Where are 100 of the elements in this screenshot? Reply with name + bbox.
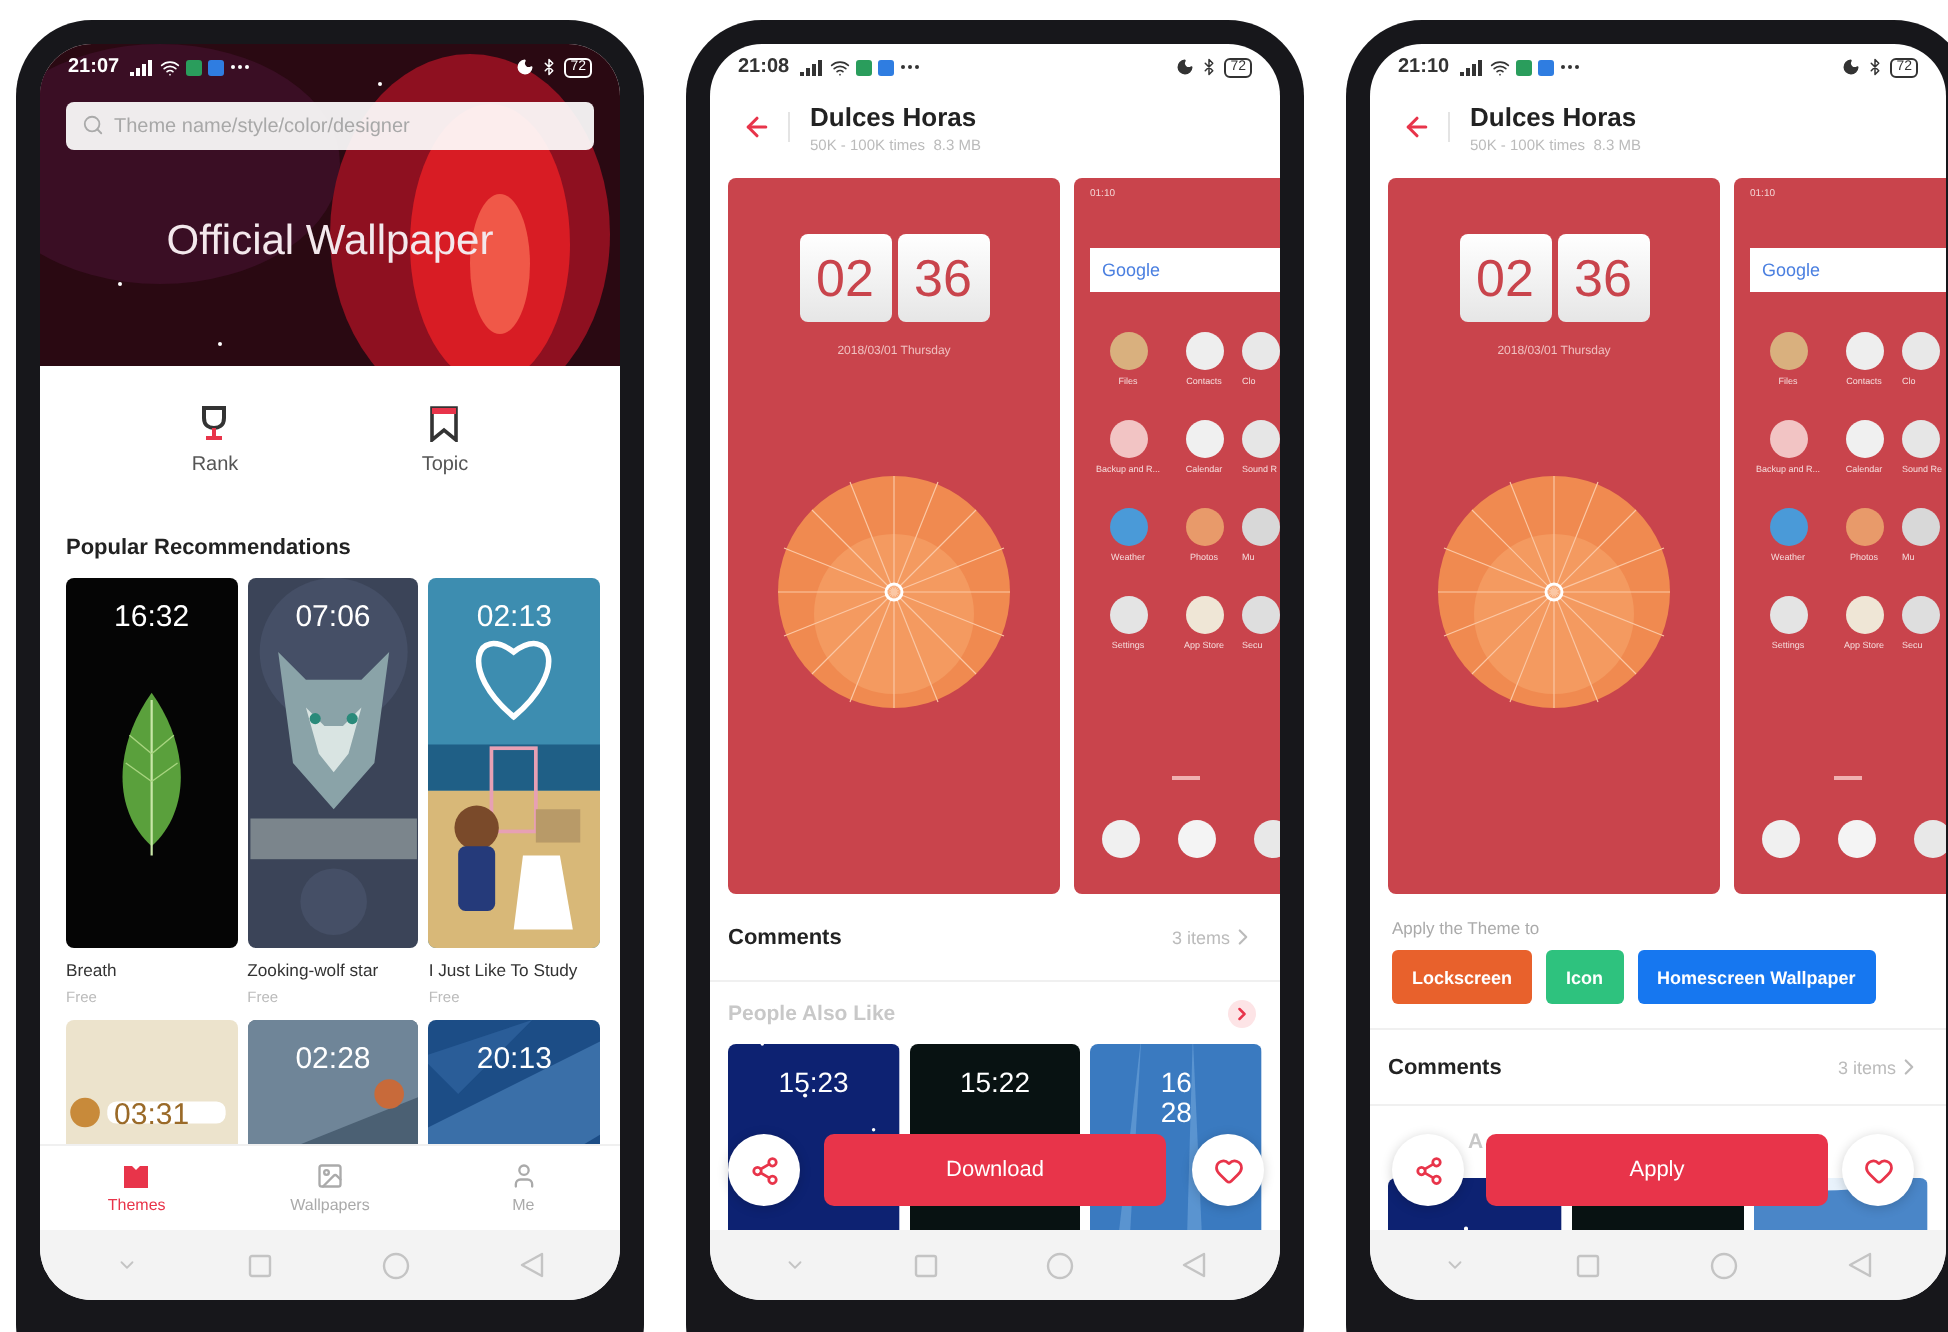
apply-option-button[interactable]: Icon	[1546, 950, 1624, 1004]
clock-digits: 36	[1557, 234, 1649, 322]
app-icon	[1102, 820, 1140, 858]
heart-icon	[1213, 1155, 1243, 1185]
clock-digits: 02	[1459, 234, 1551, 322]
chevron-right-icon	[1232, 1003, 1252, 1023]
app-icon	[1845, 420, 1883, 458]
moon-icon	[1176, 58, 1195, 76]
trophy-icon	[198, 406, 231, 442]
app-icon	[1769, 332, 1807, 370]
more-dots-icon	[229, 64, 250, 70]
person-icon	[509, 1162, 538, 1190]
wifi-icon	[829, 57, 850, 77]
back-button[interactable]	[742, 112, 790, 142]
app-icon	[1242, 420, 1280, 458]
app-icon	[1185, 508, 1223, 546]
search-bar: Google	[1750, 248, 1946, 292]
search-field[interactable]: Theme name/style/color/designer	[66, 102, 594, 150]
app-icon	[1769, 596, 1807, 634]
home-icon[interactable]	[1046, 1251, 1074, 1279]
heart-icon	[1863, 1155, 1893, 1185]
app-icon	[1914, 820, 1946, 858]
app-icon	[1242, 332, 1280, 370]
app-icon	[1109, 420, 1147, 458]
back-icon[interactable]	[520, 1252, 545, 1278]
app-icon	[1242, 596, 1280, 634]
bluetooth-icon	[1200, 58, 1219, 76]
section-title: Comments	[1388, 1055, 1502, 1079]
clock-digits: 02	[799, 234, 891, 322]
tab[interactable]: Wallpapers	[233, 1146, 427, 1230]
app-icon	[1845, 596, 1883, 634]
recent-apps-icon[interactable]	[914, 1253, 938, 1277]
wifi-icon	[1489, 57, 1510, 77]
app-icon	[1838, 820, 1876, 858]
apply-option-button[interactable]: Homescreen Wallpaper	[1637, 950, 1876, 1004]
moon-icon	[1842, 58, 1861, 76]
download-button[interactable]: Download	[824, 1134, 1166, 1206]
shortcut-link[interactable]: Rank	[191, 406, 239, 476]
apply-option-button[interactable]: Lockscreen	[1392, 950, 1533, 1004]
clock-time: 28	[1160, 1097, 1192, 1127]
clock-time: 07:06	[295, 602, 371, 634]
clock-time: 15:22	[959, 1068, 1031, 1098]
app-icon	[1769, 420, 1807, 458]
favorite-button[interactable]	[1842, 1134, 1914, 1206]
app-icon	[1902, 332, 1940, 370]
share-button[interactable]	[1392, 1134, 1464, 1206]
app-icon	[1845, 332, 1883, 370]
home-icon[interactable]	[382, 1251, 411, 1279]
theme-title: Dulces Horas	[810, 101, 979, 131]
clock-digits: 36	[897, 234, 989, 322]
back-icon[interactable]	[1182, 1252, 1206, 1278]
clock-time: 02:13	[476, 602, 552, 634]
app-icon	[1185, 332, 1223, 370]
app-icon	[1242, 508, 1280, 546]
apply-label: Apply the Theme to	[1390, 916, 1542, 938]
app-icon	[1109, 508, 1147, 546]
moon-icon	[516, 58, 535, 76]
apply-button[interactable]: Apply	[1486, 1134, 1828, 1206]
clock-time: 16:32	[114, 602, 190, 634]
page-indicator	[1171, 776, 1199, 780]
status-time: 21:10	[1398, 56, 1450, 78]
more-dots-icon	[1559, 64, 1580, 70]
app-icon	[1109, 332, 1147, 370]
page-indicator	[1834, 776, 1862, 780]
clock-time: 03:31	[114, 1100, 190, 1132]
app-icon	[1109, 596, 1147, 634]
bluetooth-icon	[1866, 58, 1885, 76]
app-icon	[1769, 508, 1807, 546]
signal-icon	[1459, 59, 1484, 75]
section-title: Popular Recommendations	[64, 533, 353, 563]
share-icon	[749, 1155, 779, 1185]
recent-apps-icon[interactable]	[247, 1253, 272, 1277]
shortcut-link[interactable]: Topic	[421, 406, 469, 476]
section-title: Comments	[728, 925, 842, 949]
recent-apps-icon[interactable]	[1576, 1253, 1601, 1277]
app-icon	[1902, 596, 1940, 634]
theme-title: Dulces Horas	[1470, 101, 1639, 131]
comment-count: 3 items	[1837, 1057, 1896, 1077]
app-icon	[1845, 508, 1883, 546]
app-icon	[1178, 820, 1216, 858]
theme-name: Breath	[66, 960, 119, 980]
tab[interactable]: Me	[426, 1146, 620, 1230]
image-icon	[315, 1162, 344, 1190]
status-time: 21:08	[738, 56, 790, 78]
theme-icon	[122, 1162, 151, 1190]
more-dots-icon	[899, 64, 920, 70]
back-button[interactable]	[1402, 112, 1450, 142]
clock-time: 16	[1160, 1068, 1192, 1098]
signal-icon	[799, 59, 824, 75]
home-icon[interactable]	[1709, 1251, 1738, 1279]
comment-count: 3 items	[1171, 927, 1230, 947]
bookmark-icon	[430, 406, 459, 442]
back-icon[interactable]	[1847, 1252, 1872, 1278]
banner-title: Official Wallpaper	[166, 218, 494, 266]
more-button[interactable]	[1228, 999, 1256, 1027]
search-bar: Google	[1090, 248, 1280, 292]
theme-name: I Just Like To Study	[428, 960, 580, 980]
clock-time: 20:13	[476, 1044, 552, 1076]
tab[interactable]: Themes	[40, 1146, 234, 1230]
app-icon	[1185, 420, 1223, 458]
